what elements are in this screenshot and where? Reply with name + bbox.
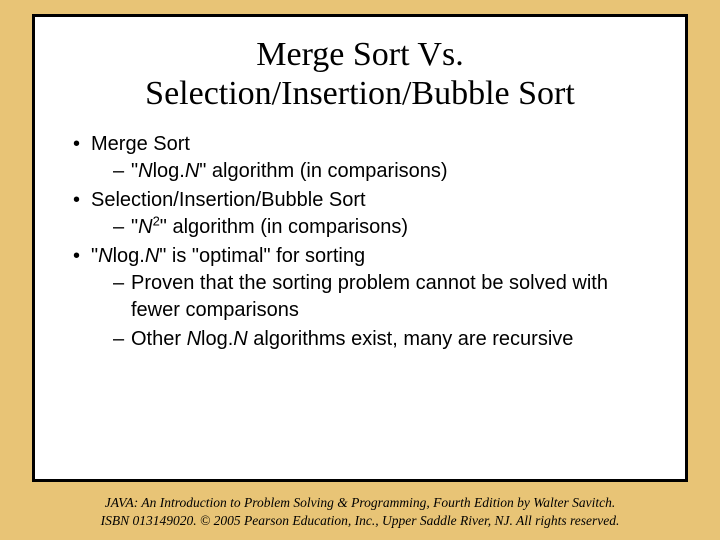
b2s1-n: N	[138, 216, 152, 238]
b1s1-n1: N	[138, 160, 152, 182]
b3s2-suffix: algorithms exist, many are recursive	[248, 328, 574, 350]
b3-n2: N	[145, 245, 159, 267]
slide-footer: JAVA: An Introduction to Problem Solving…	[32, 494, 688, 530]
b1s1-suffix: " algorithm (in comparisons)	[199, 160, 447, 182]
bullet-3-sub-2: Other Nlog.N algorithms exist, many are …	[113, 326, 649, 353]
bullet-3: "Nlog.N" is "optimal" for sorting Proven…	[71, 243, 649, 353]
b3s2-n1: N	[187, 328, 201, 350]
bullet-3-sub-1: Proven that the sorting problem cannot b…	[113, 270, 649, 324]
title-line-1: Merge Sort Vs.	[256, 36, 463, 73]
bullet-2-sub-1: "N2" algorithm (in comparisons)	[113, 214, 649, 241]
footer-line-1: JAVA: An Introduction to Problem Solving…	[105, 495, 616, 510]
b3s1-text: Proven that the sorting problem cannot b…	[131, 272, 608, 321]
b3-n1: N	[98, 245, 112, 267]
bullet-2: Selection/Insertion/Bubble Sort "N2" alg…	[71, 187, 649, 241]
bullet-list: Merge Sort "Nlog.N" algorithm (in compar…	[71, 131, 649, 353]
bullet-1-text: Merge Sort	[91, 133, 190, 155]
b3-suffix: " is "optimal" for sorting	[159, 245, 365, 267]
b2s1-exp: 2	[153, 214, 160, 229]
title-line-2: Selection/Insertion/Bubble Sort	[145, 75, 575, 112]
b2s1-suffix: " algorithm (in comparisons)	[160, 216, 408, 238]
footer-line-2: ISBN 013149020. © 2005 Pearson Education…	[101, 513, 620, 528]
b1s1-n2: N	[185, 160, 199, 182]
b3-mid: log.	[113, 245, 145, 267]
b3s2-mid: log.	[201, 328, 233, 350]
slide-frame: Merge Sort Vs. Selection/Insertion/Bubbl…	[32, 14, 688, 482]
slide-content: Merge Sort "Nlog.N" algorithm (in compar…	[71, 131, 649, 353]
bullet-2-text: Selection/Insertion/Bubble Sort	[91, 189, 366, 211]
bullet-1-sub-1: "Nlog.N" algorithm (in comparisons)	[113, 158, 649, 185]
b1s1-mid: log.	[153, 160, 185, 182]
bullet-1: Merge Sort "Nlog.N" algorithm (in compar…	[71, 131, 649, 185]
b3s2-prefix: Other	[131, 328, 187, 350]
b3s2-n2: N	[233, 328, 247, 350]
slide-title: Merge Sort Vs. Selection/Insertion/Bubbl…	[65, 35, 655, 113]
